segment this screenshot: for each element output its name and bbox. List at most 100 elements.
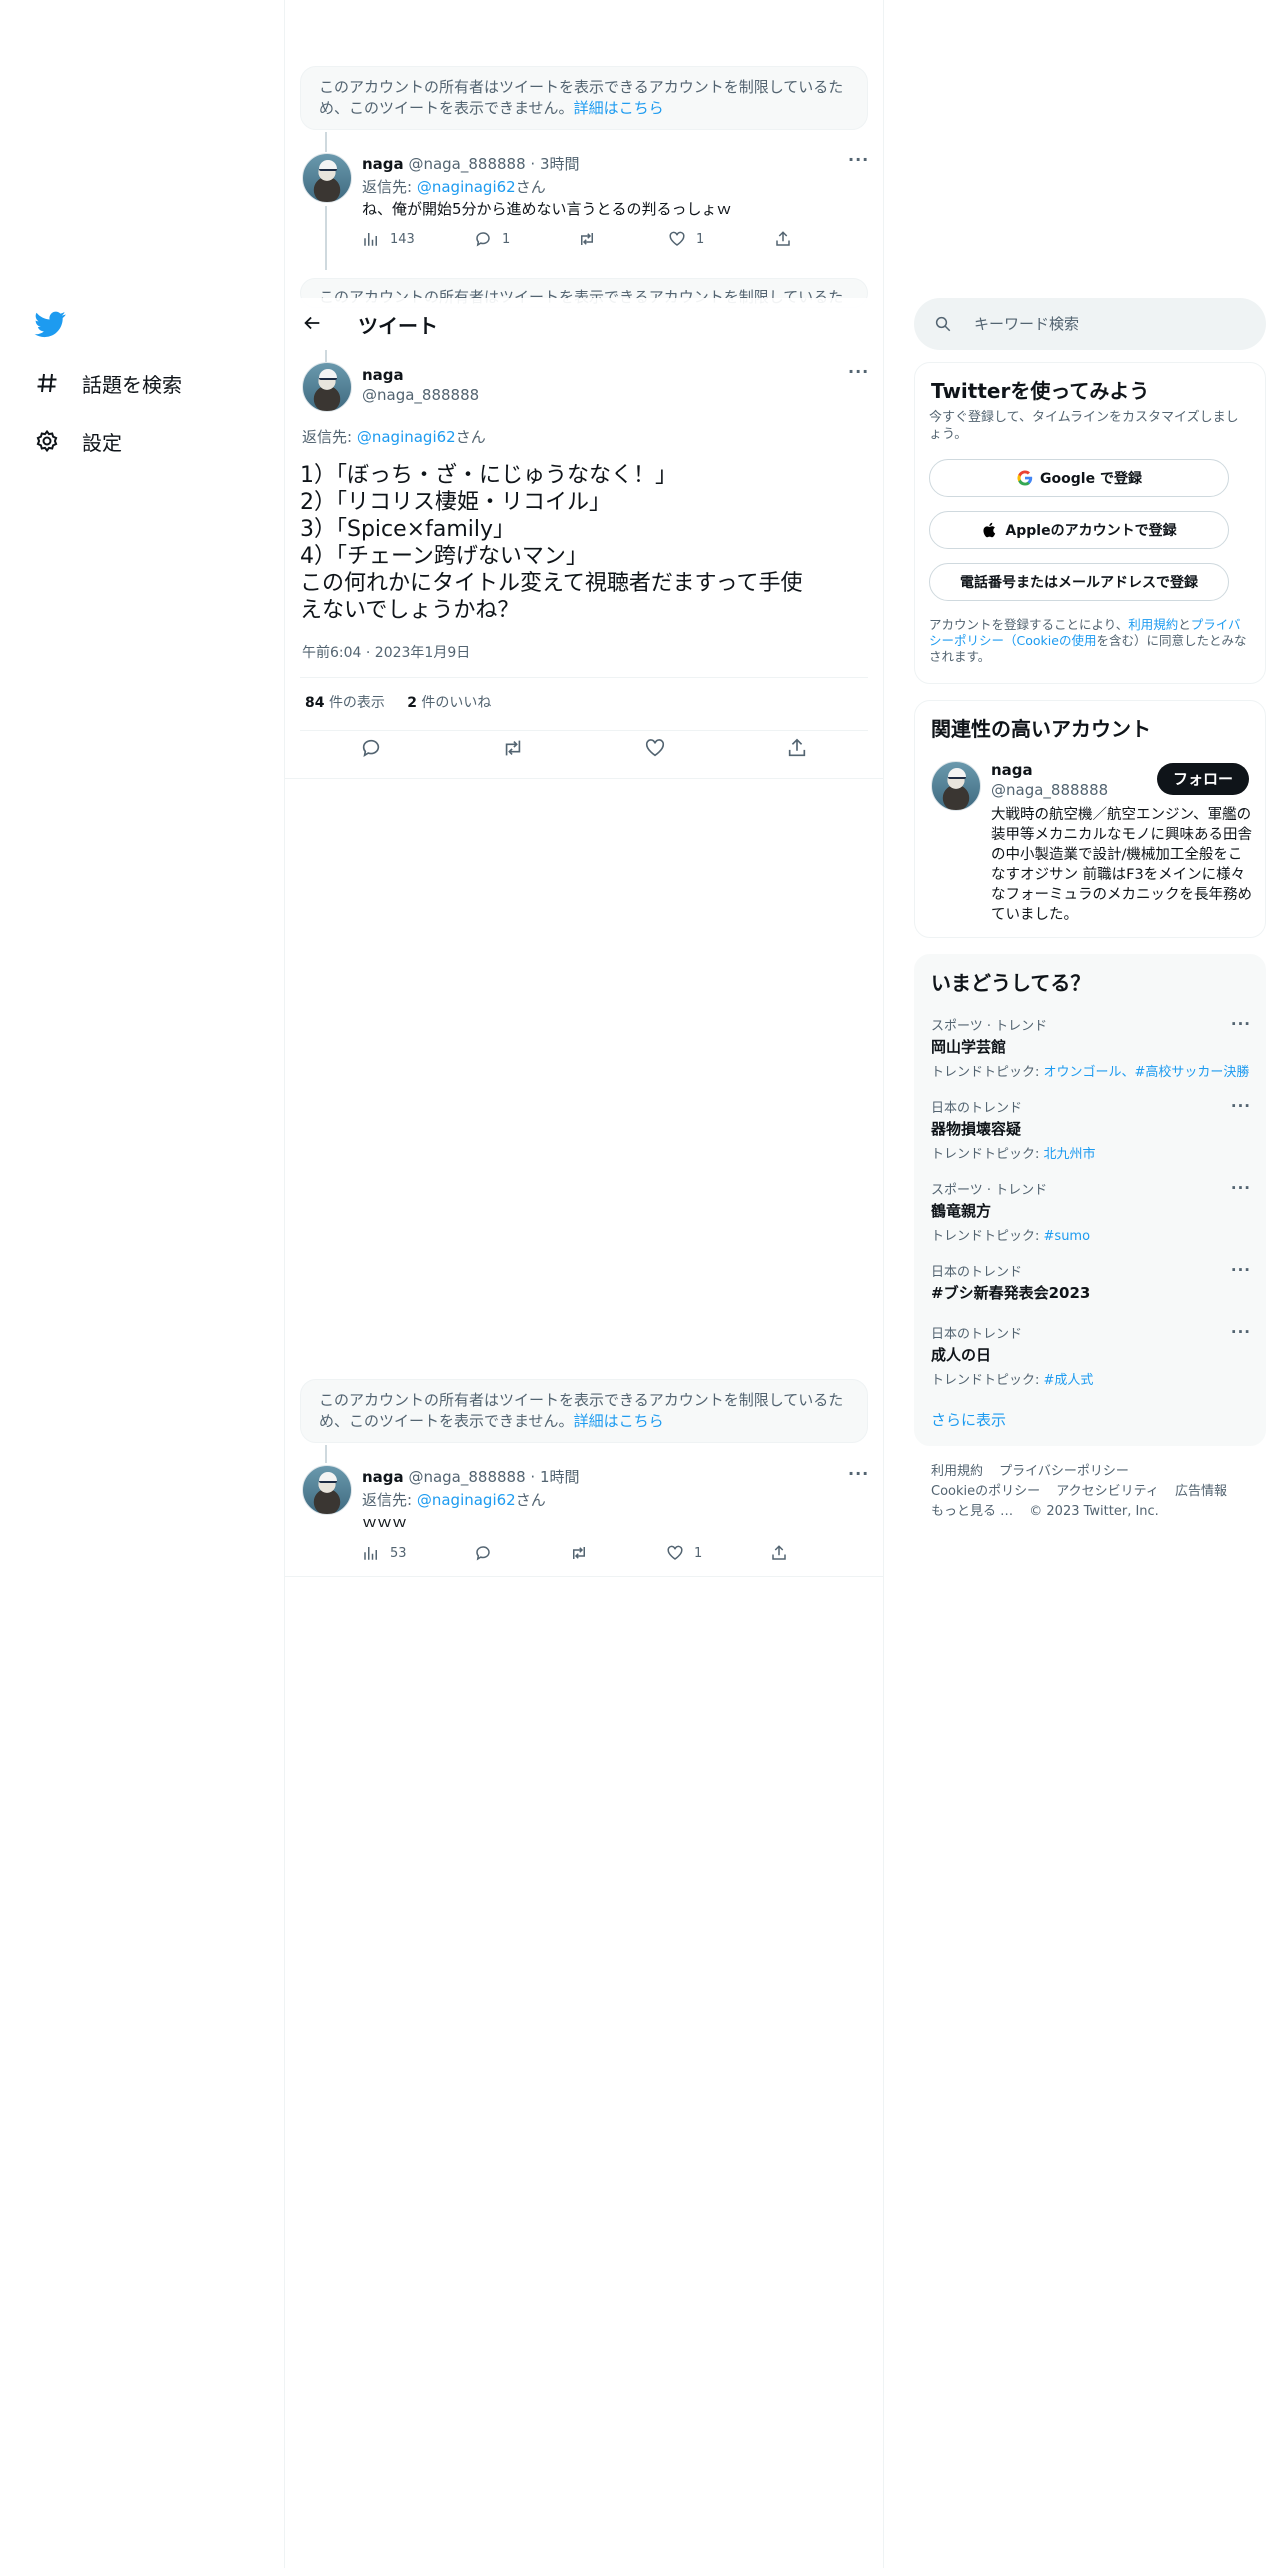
trend-item[interactable]: 日本のトレンド 成人の日 トレンドトピック: #成人式 ··· [931, 1323, 1251, 1388]
avatar[interactable] [931, 761, 981, 811]
nav-settings-label: 設定 [82, 430, 122, 455]
views-button[interactable]: 143 [362, 230, 474, 248]
likes-label[interactable]: 件のいいね [421, 695, 491, 711]
tweet-time[interactable]: 1時間 [540, 1468, 580, 1486]
author-name[interactable]: naga [991, 761, 1033, 779]
search-input[interactable] [972, 314, 1236, 334]
apple-signup-button[interactable]: Appleのアカウントで登録 [929, 511, 1229, 549]
learn-more-link[interactable]: 詳細はこちら [574, 1412, 664, 1430]
nav-settings[interactable]: 設定 [34, 421, 122, 461]
twitter-logo-icon[interactable] [34, 308, 66, 340]
learn-more-link[interactable]: 詳細はこちら [574, 99, 664, 117]
reply-suffix: さん [515, 1491, 546, 1509]
tweet-time[interactable]: 3時間 [540, 155, 580, 173]
restricted-notice: このアカウントの所有者はツイートを表示できるアカウントを制限しているため、このツ… [300, 66, 868, 130]
trend-topic-link[interactable]: #sumo [1044, 1229, 1091, 1244]
footer-link[interactable]: アクセシビリティ [1056, 1484, 1159, 1499]
thread-line [325, 1445, 327, 1463]
share-button[interactable] [770, 1544, 798, 1562]
footer-link[interactable]: 広告情報 [1175, 1484, 1227, 1499]
more-options-icon[interactable]: ··· [1231, 1323, 1251, 1341]
reply-icon [476, 1546, 490, 1561]
tweet-timestamp[interactable]: 午前6:04 · 2023年1月9日 [302, 642, 470, 662]
retweet-button[interactable] [570, 1544, 666, 1562]
footer-link[interactable]: 利用規約 [931, 1464, 983, 1479]
trend-item[interactable]: 日本のトレンド 器物損壊容疑 トレンドトピック: 北九州市 ··· [931, 1097, 1251, 1162]
views-count: 53 [390, 1545, 407, 1561]
tweet-line: えないでしょうかね？ [300, 598, 520, 623]
back-arrow-icon[interactable] [301, 312, 323, 334]
author-handle[interactable]: @naga_888888 [408, 1468, 525, 1486]
footer-link[interactable]: もっと見る … [931, 1504, 1013, 1519]
reply-to-link[interactable]: @naginagi62 [417, 1491, 516, 1509]
retweet-button[interactable] [578, 230, 668, 248]
footer-link[interactable]: プライバシーポリシー [999, 1464, 1129, 1479]
like-button[interactable]: 1 [666, 1544, 770, 1562]
nav-explore[interactable]: 話題を検索 [34, 363, 182, 403]
reply-suffix: さん [455, 428, 486, 446]
cookie-link[interactable]: （Cookieの使用 [1004, 633, 1096, 648]
retweet-icon [573, 1547, 585, 1559]
divider [285, 778, 883, 779]
more-options-icon[interactable]: ··· [848, 1464, 869, 1483]
google-signup-button[interactable]: Google で登録 [929, 459, 1229, 497]
main-tweet-text: 1）「ぼっち・ざ・にじゅうななく！」 2）「リコリス棲姫・リコイル」 3）「Sp… [300, 462, 870, 624]
trends-card: いまどうしてる？ スポーツ · トレンド 岡山学芸館 トレンドトピック: オウン… [914, 954, 1266, 1446]
avatar[interactable] [302, 153, 352, 203]
more-options-icon[interactable]: ··· [848, 362, 869, 381]
reply-to-link[interactable]: @naginagi62 [417, 178, 516, 196]
reply-to-link[interactable]: @naginagi62 [357, 428, 456, 446]
show-more-link[interactable]: さらに表示 [931, 1409, 1006, 1430]
author-handle[interactable]: @naga_888888 [362, 386, 479, 404]
reply-context: 返信先: @naginagi62さん [362, 176, 546, 197]
phone-email-signup-button[interactable]: 電話番号またはメールアドレスで登録 [929, 563, 1229, 601]
reply-icon[interactable] [360, 737, 382, 759]
trend-topic-link[interactable]: オウンゴール、#高校サッカー決勝 [1044, 1065, 1250, 1080]
more-options-icon[interactable]: ··· [1231, 1179, 1251, 1197]
trend-topic-label: トレンドトピック: [931, 1373, 1040, 1388]
author-name[interactable]: naga [362, 366, 404, 384]
trend-topic: トレンドトピック: 北九州市 [931, 1143, 1251, 1162]
more-options-icon[interactable]: ··· [1231, 1261, 1251, 1279]
heart-icon[interactable] [644, 737, 666, 759]
share-icon[interactable] [786, 737, 808, 759]
author-handle[interactable]: @naga_888888 [991, 781, 1108, 799]
trend-item[interactable]: スポーツ · トレンド 鶴竜親方 トレンドトピック: #sumo ··· [931, 1179, 1251, 1244]
likes-count[interactable]: 2 [407, 695, 417, 711]
like-button[interactable]: 1 [668, 230, 774, 248]
footer-link[interactable]: Cookieのポリシー [931, 1484, 1040, 1499]
apple-signup-label: Appleのアカウントで登録 [1005, 523, 1177, 539]
more-options-icon[interactable]: ··· [848, 150, 869, 169]
views-button[interactable]: 53 [362, 1544, 474, 1562]
trend-topic-link[interactable]: #成人式 [1044, 1373, 1094, 1388]
author-name[interactable]: naga [362, 155, 404, 173]
reply-context: 返信先: @naginagi62さん [302, 426, 486, 447]
trend-topic-link[interactable]: 北九州市 [1044, 1147, 1096, 1162]
trend-topic: トレンドトピック: オウンゴール、#高校サッカー決勝 [931, 1061, 1251, 1080]
retweet-icon[interactable] [502, 737, 524, 759]
avatar[interactable] [302, 1465, 352, 1515]
trend-item[interactable]: 日本のトレンド #ブシ新春発表会2023 ··· [931, 1261, 1251, 1303]
thread-line [325, 350, 327, 362]
reply-button[interactable]: 1 [474, 230, 578, 248]
reply-button[interactable] [474, 1544, 570, 1562]
terms-link[interactable]: 利用規約 [1128, 617, 1178, 632]
trend-topic: トレンドトピック: #sumo [931, 1225, 1251, 1244]
share-button[interactable] [774, 230, 802, 248]
trend-topic-label: トレンドトピック: [931, 1065, 1040, 1080]
search-box[interactable] [914, 298, 1266, 350]
like-count: 1 [696, 231, 705, 247]
avatar[interactable] [302, 362, 352, 412]
signup-legal: アカウントを登録することにより、利用規約とプライバシーポリシー（Cookieの使… [929, 617, 1253, 665]
more-options-icon[interactable]: ··· [1231, 1015, 1251, 1033]
legal-text: アカウントを登録することにより、 [929, 617, 1129, 632]
more-options-icon[interactable]: ··· [1231, 1097, 1251, 1115]
follow-button[interactable]: フォロー [1156, 763, 1249, 795]
trend-item[interactable]: スポーツ · トレンド 岡山学芸館 トレンドトピック: オウンゴール、#高校サッ… [931, 1015, 1251, 1080]
reply-prefix: 返信先: [362, 178, 413, 196]
google-signup-label: Google で登録 [1040, 471, 1142, 487]
signup-title: Twitterを使ってみよう [931, 379, 1150, 403]
author-name[interactable]: naga [362, 1468, 404, 1486]
author-handle[interactable]: @naga_888888 [408, 155, 525, 173]
page-title: ツイート [358, 314, 438, 338]
